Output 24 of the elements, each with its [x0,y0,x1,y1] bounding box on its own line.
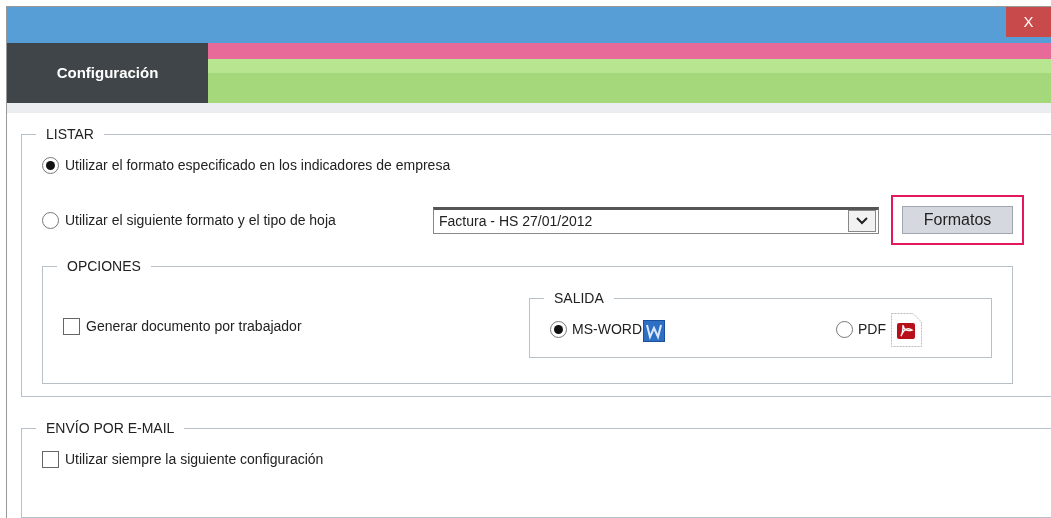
group-title: LISTAR [45,127,95,141]
checkbox[interactable] [63,318,80,335]
group-title: SALIDA [553,291,605,305]
format-dropdown[interactable]: Factura - HS 27/01/2012 [433,206,879,234]
radio-button[interactable] [550,320,567,338]
close-button[interactable]: X [1006,7,1051,37]
checkbox[interactable] [42,451,59,468]
option-label: Utilizar siempre la siguiente configuración [65,450,324,469]
option-label: Utilizar el siguiente formato y el tipo de hoja [65,210,337,230]
tab[interactable]: Configuración [7,43,208,103]
option-label: MS-WORD [572,319,642,339]
caret-icon [856,217,868,225]
group-title: ENVÍO POR E-MAIL [45,421,176,435]
option-label: Utilizar el formato especificado en los indicadores de empresa [65,156,451,175]
radio-button[interactable] [42,211,59,229]
pdf-document-icon [891,313,922,347]
word-document-icon [643,320,665,342]
radio-button[interactable] [836,320,853,338]
option-label: Generar documento por trabajador [86,317,302,336]
option-label: PDF [858,319,886,339]
radio-button[interactable] [42,157,59,174]
formats-button[interactable]: Formatos [902,206,1013,234]
dropdown-button[interactable] [848,210,876,232]
group-title: OPCIONES [66,259,142,273]
